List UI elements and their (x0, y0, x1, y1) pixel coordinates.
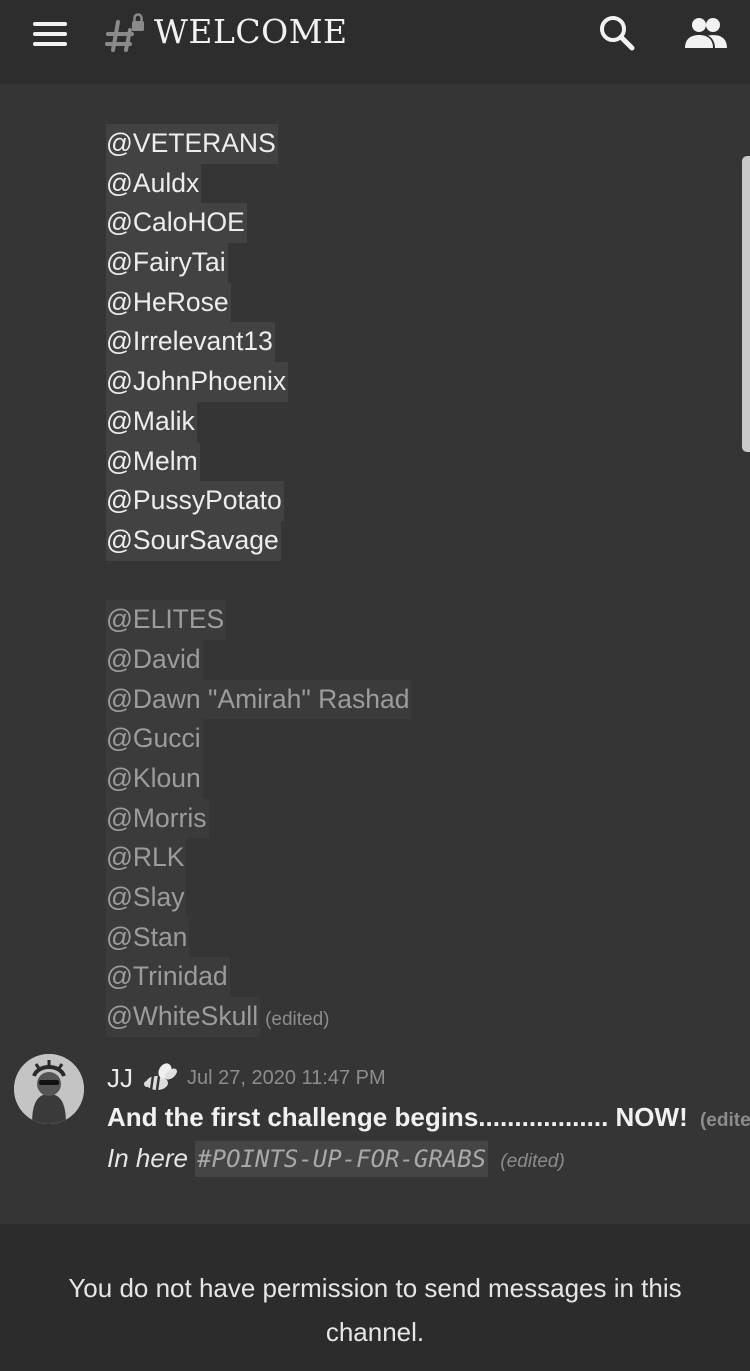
no-permission-notice: You do not have permission to send messa… (68, 1273, 682, 1347)
user-mention[interactable]: @Irrelevant13 (106, 322, 275, 363)
role-mention[interactable]: @ELITES (106, 600, 227, 640)
user-mention[interactable]: @Melm (106, 441, 200, 482)
composer-area: You do not have permission to send messa… (0, 1224, 750, 1371)
message-text-line: And the first challenge begins..........… (107, 1102, 750, 1133)
message-timestamp: Jul 27, 2020 11:47 PM (187, 1066, 386, 1089)
elites-group: @ELITES @David @Dawn "Amirah" Rashad @Gu… (106, 600, 412, 1037)
user-mention[interactable]: @Gucci (106, 719, 203, 759)
user-mention[interactable]: @Dawn "Amirah" Rashad (106, 679, 412, 720)
user-mention[interactable]: @Stan (106, 917, 190, 958)
avatar-image (14, 1054, 84, 1124)
top-bar: WELCOME (0, 0, 750, 84)
role-mention-list: @VETERANS @Auldx @CaloHOE @FairyTai @HeR… (106, 124, 412, 1037)
message-text-line: In here #POINTS-UP-FOR-GRABS (edited) (107, 1141, 737, 1177)
message-text: And the first challenge begins..........… (107, 1102, 688, 1132)
user-mention[interactable]: @CaloHOE (106, 203, 247, 244)
avatar[interactable] (14, 1054, 84, 1124)
veterans-group: @VETERANS @Auldx @CaloHOE @FairyTai @HeR… (106, 124, 411, 561)
user-mention[interactable]: @Slay (106, 878, 187, 918)
edited-label: (edited) (500, 1151, 565, 1172)
message-text: In here (107, 1143, 196, 1173)
user-mention[interactable]: @Malik (106, 401, 197, 442)
edited-label: (edited) (265, 1009, 330, 1031)
user-mention[interactable]: @Kloun (106, 759, 203, 799)
locked-channel-hash-icon (105, 13, 144, 52)
menu-icon[interactable] (33, 20, 69, 48)
search-icon[interactable] (598, 14, 636, 52)
user-mention[interactable]: @Trinidad (106, 957, 230, 998)
edited-label: (edited) (699, 1110, 750, 1131)
chat-message: JJ Jul 27, 2020 11:47 PM And the first c… (107, 1062, 750, 1177)
user-mention[interactable]: @RLK (106, 838, 187, 879)
user-mention[interactable]: @David (106, 639, 203, 680)
user-mention[interactable]: @WhiteSkull (106, 997, 261, 1037)
scrollbar[interactable] (742, 156, 750, 452)
members-icon[interactable] (684, 16, 728, 50)
bee-icon (144, 1063, 177, 1091)
user-mention[interactable]: @SourSavage (106, 520, 281, 561)
role-mention[interactable]: @VETERANS (106, 124, 278, 164)
user-mention[interactable]: @HeRose (106, 282, 231, 323)
user-mention[interactable]: @JohnPhoenix (106, 362, 289, 402)
user-mention[interactable]: @Morris (106, 798, 209, 839)
user-mention[interactable]: @FairyTai (106, 243, 228, 283)
user-mention[interactable]: @Auldx (106, 163, 202, 204)
message-author[interactable]: JJ (107, 1063, 133, 1094)
channel-mention[interactable]: #POINTS-UP-FOR-GRABS (195, 1141, 489, 1177)
channel-title: WELCOME (154, 12, 348, 51)
user-mention[interactable]: @PussyPotato (106, 481, 284, 521)
